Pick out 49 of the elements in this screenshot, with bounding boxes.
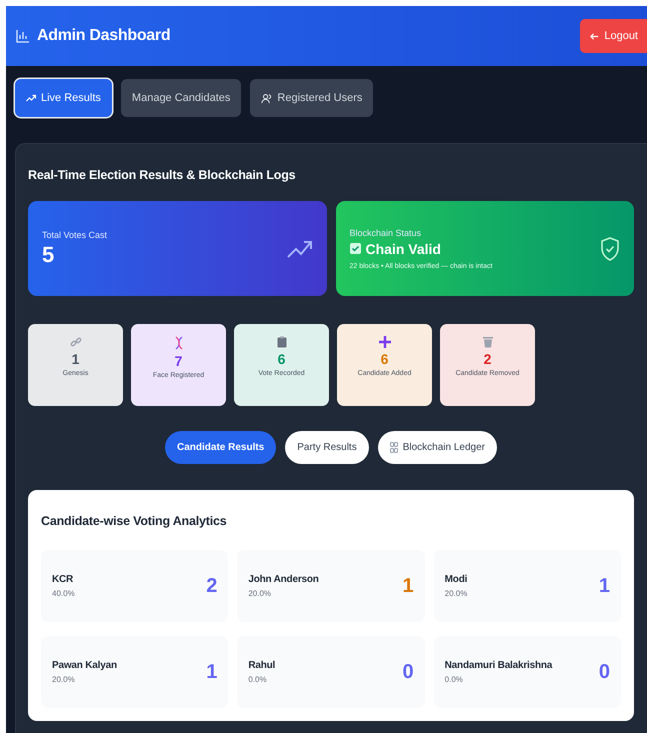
bar-chart-icon [16,29,30,43]
chain-status: Chain Valid [366,240,441,256]
trash-icon [482,336,492,348]
app-title: Admin Dashboard [37,27,170,45]
candidate-name: John Anderson [248,574,319,585]
candidate-name: Modi [444,574,468,585]
plus-icon [378,336,390,348]
vote-count: 1 [598,574,610,598]
vote-count: 0 [402,660,414,684]
stat-label: Total Votes Cast [42,230,108,240]
result-tab[interactable]: Blockchain Ledger [378,431,497,464]
vote-percent: 40.0% [52,589,75,598]
nav-tab[interactable]: Registered Users [250,79,374,117]
event-count: 6 [278,351,286,367]
event-count: 7 [174,353,182,369]
event-count: 1 [72,351,80,367]
vote-count: 0 [598,660,610,684]
logout-button[interactable]: Logout [580,19,647,53]
analytics-title: Candidate-wise Voting Analytics [41,514,228,528]
arrow-left-icon [590,32,600,40]
vote-percent: 0.0% [248,675,268,684]
trending-up-icon [286,238,312,258]
result-tab[interactable]: Party Results [285,431,369,464]
clipboard-icon [276,336,286,348]
candidate-name: Pawan Kalyan [52,660,117,671]
vote-count: 1 [206,660,218,684]
candidate-name: Nandamuri Balakrishna [444,660,552,671]
nav-tab[interactable]: Manage Candidates [120,79,242,117]
vote-percent: 20.0% [444,589,468,598]
shield-check-icon [600,236,620,260]
event-count: 2 [484,351,492,367]
nav-tab[interactable]: Live Results [15,79,112,117]
vote-percent: 20.0% [248,589,272,598]
user-icon [261,92,272,104]
event-count: 6 [380,351,388,367]
total-votes-value: 5 [42,242,56,268]
candidate-name: KCR [52,574,74,585]
chain-icon [390,442,398,453]
vote-count: 2 [206,574,218,598]
trending-up-icon [26,94,36,102]
result-tab[interactable]: Candidate Results [165,431,276,464]
link-icon [70,336,82,348]
checkbox-icon [350,243,360,254]
candidate-name: Rahul [248,660,276,671]
panel-title: Real-Time Election Results & Blockchain Logs [28,168,296,182]
stat-label: Blockchain Status [350,228,422,238]
vote-percent: 0.0% [444,675,464,684]
vote-percent: 20.0% [52,675,76,684]
vote-count: 1 [402,574,414,598]
